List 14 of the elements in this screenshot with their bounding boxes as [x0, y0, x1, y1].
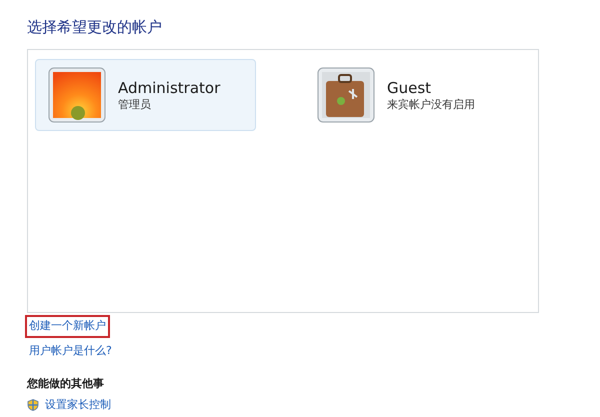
flower-picture-icon [48, 67, 106, 123]
account-name: Guest [387, 78, 432, 98]
account-tile[interactable]: Guest 来宾帐户没有启用 [304, 59, 525, 131]
page-title: 选择希望更改的帐户 [27, 17, 163, 38]
link[interactable]: 创建一个新帐户 [25, 315, 110, 338]
account-tile[interactable]: Administrator 管理员 [35, 59, 256, 131]
shield-icon [27, 398, 39, 411]
account-description: 来宾帐户没有启用 [387, 98, 475, 112]
account-description: 管理员 [118, 98, 152, 112]
section-heading: 您能做的其他事 [27, 376, 105, 392]
account-name: Administrator [118, 78, 220, 98]
link[interactable]: 用户帐户是什么? [25, 340, 116, 362]
link[interactable]: 设置家长控制 [45, 396, 111, 413]
suitcase-picture-icon [317, 67, 375, 123]
